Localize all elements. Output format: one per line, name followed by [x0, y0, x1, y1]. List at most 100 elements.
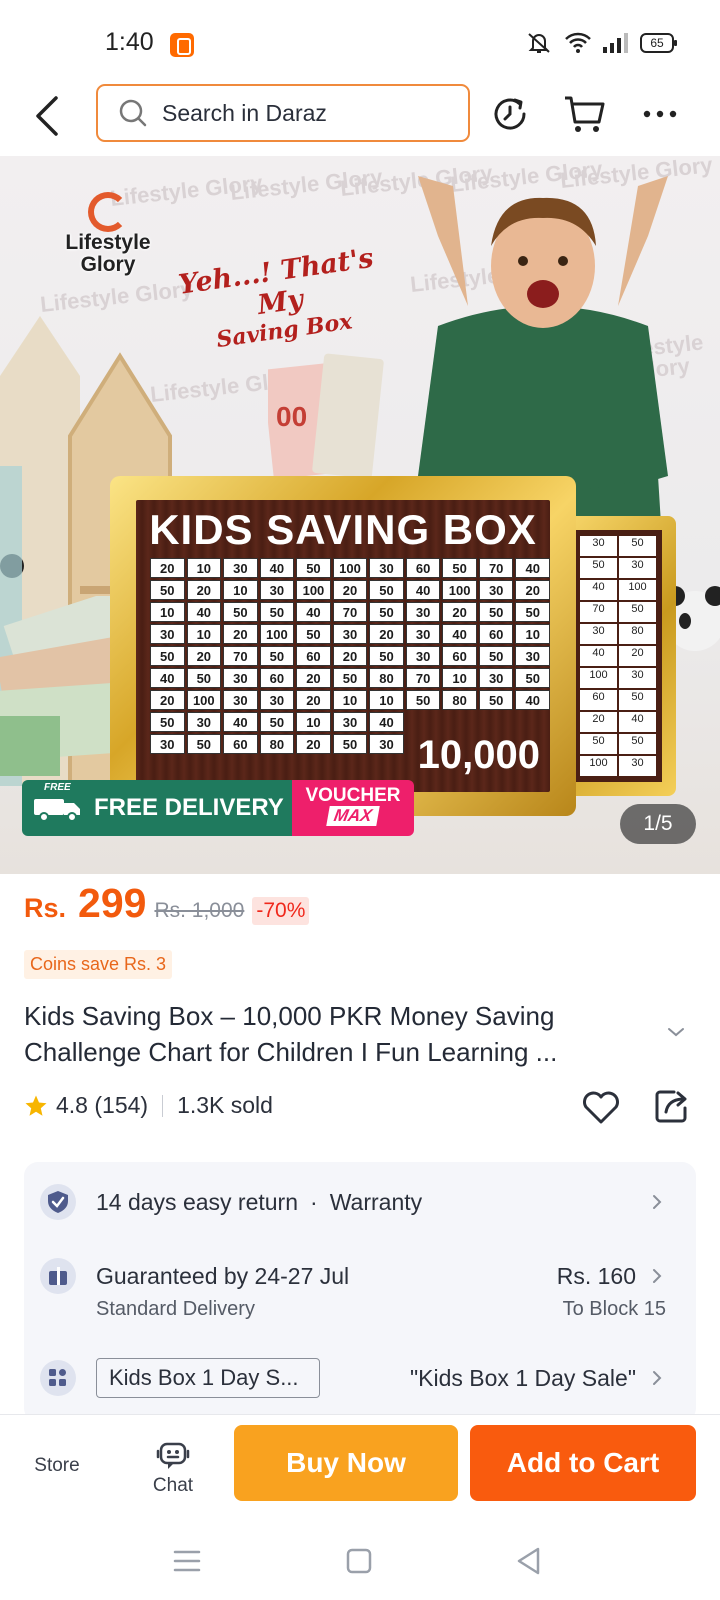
grid-cell: 40 — [405, 580, 441, 600]
grid-cell: 70 — [332, 602, 368, 622]
grid-cell: 40 — [369, 712, 404, 732]
price-value: 299 — [78, 880, 147, 926]
back-grid-cell: 50 — [619, 690, 656, 710]
buy-now-button[interactable]: Buy Now — [234, 1425, 458, 1501]
back-grid-cell: 60 — [580, 690, 617, 710]
grid-cell: 10 — [515, 624, 550, 644]
promo-name: "Kids Box 1 Day Sale" — [410, 1364, 636, 1391]
share-icon[interactable] — [652, 1086, 692, 1126]
grid-cell: 30 — [478, 580, 514, 600]
chat-button[interactable]: Chat — [138, 1441, 208, 1497]
wishlist-heart-icon[interactable] — [580, 1086, 622, 1128]
grid-cell: 20 — [186, 646, 222, 666]
menu-icon[interactable] — [170, 1544, 204, 1578]
back-grid-cell: 70 — [580, 602, 617, 622]
chevron-right-icon — [653, 1195, 662, 1209]
star-icon — [25, 1095, 47, 1116]
grid-cell: 40 — [259, 558, 295, 578]
warranty-text: Warranty — [329, 1188, 423, 1215]
coins-save-badge: Coins save Rs. 3 — [24, 950, 173, 979]
delivery-price: Rs. 160 — [556, 1262, 636, 1289]
grid-cell: 30 — [150, 734, 185, 754]
grid-cell: 20 — [332, 646, 368, 666]
notification-app-icon — [170, 33, 194, 57]
product-title: Kids Saving Box – 10,000 PKR Money Savin… — [24, 1001, 558, 1067]
grid-cell: 40 — [442, 624, 477, 644]
back-grid-cell: 30 — [580, 536, 617, 556]
refresh-icon[interactable] — [488, 92, 532, 136]
grid-cell: 50 — [405, 690, 441, 710]
grid-cell: 20 — [150, 558, 185, 578]
svg-text:00: 00 — [276, 401, 307, 432]
back-grid-cell: 40 — [580, 646, 617, 666]
grid-cell: 50 — [478, 602, 514, 622]
grid-cell: 100 — [259, 624, 295, 644]
brand-logo: Lifestyle Glory — [56, 192, 160, 276]
grid-cell: 60 — [223, 734, 258, 754]
mute-icon — [528, 33, 550, 53]
saving-box-front: KIDS SAVING BOX 20 10 30 40 50 100 30 60 50 70 40 5… — [110, 476, 576, 816]
status-icons: 65 — [524, 30, 677, 56]
promo-chip[interactable]: Kids Box 1 Day S... — [96, 1358, 320, 1398]
grid-cell: 40 — [515, 690, 550, 710]
grid-cell: 100 — [296, 580, 331, 600]
grid-cell: 60 — [405, 558, 441, 578]
grid-cell: 50 — [296, 558, 331, 578]
grid-cell: 30 — [405, 602, 441, 622]
grid-cell-empty — [442, 712, 477, 732]
grid-cell: 40 — [186, 602, 222, 622]
grid-cell: 50 — [369, 580, 404, 600]
grid-cell: 30 — [405, 624, 441, 644]
grid-cell: 30 — [405, 646, 441, 666]
grid-cell: 70 — [223, 646, 258, 666]
home-square-icon[interactable] — [342, 1544, 376, 1578]
discount-badge: -70% — [252, 897, 310, 925]
grid-cell: 50 — [369, 646, 404, 666]
truck-icon — [34, 799, 80, 822]
chevron-down-icon[interactable] — [664, 1020, 688, 1044]
delivery-row[interactable]: Guaranteed by 24-27 Jul Rs. 160 — [40, 1258, 680, 1294]
grid-cell: 20 — [332, 580, 368, 600]
back-arrow-icon[interactable] — [28, 92, 68, 140]
returns-row[interactable]: 14 days easy return · Warranty — [40, 1184, 680, 1220]
store-button[interactable]: Store — [22, 1455, 92, 1477]
grid-cell: 20 — [296, 668, 331, 688]
search-input[interactable]: Search in Daraz — [96, 84, 470, 142]
bottom-action-bar: Store Chat Buy Now Add to Cart — [0, 1414, 720, 1528]
promotion-row[interactable]: Kids Box 1 Day S... "Kids Box 1 Day Sale… — [40, 1358, 680, 1398]
rating-row: 4.8 (154) 1.3K sold — [24, 1092, 273, 1119]
grid-cell: 20 — [223, 624, 258, 644]
number-grid: 20 10 30 40 50 100 30 60 50 70 40 50 20 10 30 100 20 50 40… — [150, 558, 550, 754]
box-title: KIDS SAVING BOX — [149, 506, 537, 553]
grid-cell: 60 — [478, 624, 514, 644]
grid-cell: 50 — [332, 668, 368, 688]
grid-cell: 40 — [150, 668, 185, 688]
add-to-cart-button[interactable]: Add to Cart — [470, 1425, 696, 1501]
grid-cell: 30 — [259, 580, 295, 600]
back-grid-cell: 30 — [619, 756, 656, 776]
separator-dot: · — [310, 1188, 318, 1215]
grid-cell: 10 — [186, 624, 222, 644]
rating-value[interactable]: 4.8 (154) — [56, 1092, 148, 1119]
grid-cell: 100 — [186, 690, 222, 710]
more-options-icon[interactable] — [638, 92, 682, 136]
search-icon — [119, 99, 147, 127]
grid-cell: 60 — [442, 646, 477, 666]
wifi-icon — [565, 32, 591, 53]
search-placeholder: Search in Daraz — [162, 99, 327, 126]
image-pager-indicator: 1/5 — [620, 804, 696, 844]
price-row: Rs. 299 Rs. 1,000 -70% — [24, 880, 310, 927]
grid-cell-empty — [515, 712, 550, 732]
tagline: Yeh...! That's My Saving Box — [176, 242, 376, 354]
chevron-right-icon — [653, 1269, 662, 1283]
grid-cell: 30 — [150, 624, 185, 644]
grid-cell: 20 — [150, 690, 185, 710]
promo-banner: FREE FREE DELIVERY VOUCHER MAX — [22, 780, 414, 836]
back-grid-cell: 50 — [619, 602, 656, 622]
back-triangle-icon[interactable] — [512, 1544, 546, 1578]
grid-cell: 50 — [259, 602, 295, 622]
grid-cell: 50 — [478, 690, 514, 710]
free-delivery-badge: FREE FREE DELIVERY — [22, 780, 292, 836]
product-image-carousel[interactable]: Lifestyle Glory Lifestyle Glory Lifestyl… — [0, 156, 720, 874]
cart-icon[interactable] — [562, 92, 606, 136]
